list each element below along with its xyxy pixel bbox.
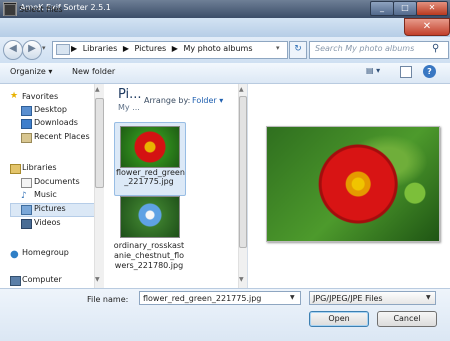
- refresh-button[interactable]: ↻: [289, 41, 307, 59]
- dialog-title: Select files: [19, 5, 63, 14]
- forward-button[interactable]: ▶: [22, 40, 42, 60]
- breadcrumb-pictures[interactable]: Pictures: [135, 44, 167, 53]
- downloads-icon: [21, 119, 32, 129]
- nav-homegroup[interactable]: Homegroup: [22, 248, 69, 257]
- libraries-icon: [10, 164, 21, 174]
- open-button[interactable]: Open: [309, 311, 369, 327]
- computer-icon: [10, 276, 21, 286]
- nav-scroll-up-icon[interactable]: ▲: [95, 86, 100, 93]
- folder-icon: [56, 44, 70, 55]
- minimize-button[interactable]: _: [370, 1, 394, 16]
- nav-computer[interactable]: Computer: [22, 275, 62, 284]
- preview-pane-toggle[interactable]: [400, 66, 412, 78]
- nav-item-music[interactable]: Music: [34, 190, 57, 199]
- arrange-by-label: Arrange by:: [144, 96, 191, 105]
- app-close-button[interactable]: ✕: [416, 1, 448, 16]
- file-name-line: flower_red_green: [116, 168, 185, 177]
- help-button[interactable]: ?: [423, 65, 436, 78]
- nav-scroll-thumb[interactable]: [95, 98, 104, 188]
- file-thumbnail-flower[interactable]: [120, 126, 180, 168]
- back-button[interactable]: ◀: [3, 40, 23, 60]
- maximize-button[interactable]: □: [393, 1, 417, 16]
- change-view-button[interactable]: ▤ ▾: [366, 66, 388, 79]
- nav-item-recent-places[interactable]: Recent Places: [34, 132, 90, 141]
- arrange-by-dropdown[interactable]: Folder ▾: [192, 96, 223, 105]
- file-name-dropdown-icon[interactable]: ▼: [290, 294, 295, 301]
- file-name-label[interactable]: ordinary_rosskast anie_chestnut_flo wers…: [112, 241, 186, 271]
- file-name-line: wers_221780.jpg: [114, 261, 184, 270]
- file-type-select[interactable]: JPG/JPEG/JPE Files: [309, 291, 436, 305]
- nav-scroll-down-icon[interactable]: ▼: [95, 276, 100, 283]
- search-placeholder: Search My photo albums: [315, 44, 415, 53]
- file-thumbnail-chestnut[interactable]: [120, 196, 180, 238]
- nav-item-desktop[interactable]: Desktop: [34, 105, 67, 114]
- dialog-icon: [4, 4, 16, 16]
- breadcrumb-separator: ▶: [71, 44, 78, 53]
- file-name-line: ordinary_rosskast: [113, 241, 185, 250]
- file-name-label: File name:: [87, 295, 129, 304]
- dialog-titlebar: [0, 18, 450, 38]
- desktop-icon: [21, 106, 32, 116]
- list-scroll-down-icon[interactable]: ▼: [239, 276, 244, 283]
- file-name-line: _221775.jpg: [124, 177, 174, 186]
- cancel-button[interactable]: Cancel: [377, 311, 437, 327]
- nav-item-downloads[interactable]: Downloads: [34, 118, 78, 127]
- documents-icon: [21, 178, 32, 188]
- nav-libraries[interactable]: Libraries: [22, 163, 57, 172]
- address-dropdown-icon[interactable]: ▾: [276, 44, 280, 52]
- breadcrumb-libraries[interactable]: Libraries: [83, 44, 118, 53]
- breadcrumb-separator: ▶: [171, 44, 178, 53]
- list-scroll-thumb[interactable]: [239, 96, 247, 248]
- star-icon: ★: [10, 91, 19, 101]
- file-name-line: anie_chestnut_flo: [113, 251, 185, 260]
- pictures-icon: [21, 205, 32, 215]
- preview-image: [266, 126, 440, 242]
- library-subtitle: My ...: [118, 103, 140, 112]
- music-icon: ♪: [21, 191, 27, 201]
- nav-favorites[interactable]: Favorites: [22, 92, 58, 101]
- new-folder-button[interactable]: New folder: [72, 67, 115, 76]
- file-name-label[interactable]: flower_red_green _221775.jpg: [116, 168, 185, 186]
- breadcrumb-separator: ▶: [122, 44, 129, 53]
- breadcrumb: ▶ Libraries ▶ Pictures ▶ My photo albums: [71, 44, 255, 53]
- file-type-dropdown-icon[interactable]: ▼: [426, 294, 431, 301]
- videos-icon: [21, 219, 32, 229]
- search-icon[interactable]: ⚲: [432, 43, 439, 54]
- list-scroll-up-icon[interactable]: ▲: [239, 86, 244, 93]
- dialog-close-button[interactable]: ✕: [404, 18, 450, 36]
- nav-item-pictures[interactable]: Pictures: [34, 204, 66, 213]
- file-name-input[interactable]: flower_red_green_221775.jpg: [139, 291, 301, 305]
- recent-locations-dropdown[interactable]: ▾: [42, 44, 50, 54]
- nav-item-videos[interactable]: Videos: [34, 218, 61, 227]
- nav-item-documents[interactable]: Documents: [34, 177, 80, 186]
- breadcrumb-my-photo-albums[interactable]: My photo albums: [183, 44, 252, 53]
- recent-places-icon: [21, 133, 32, 143]
- homegroup-icon: ●: [10, 249, 19, 260]
- organize-button[interactable]: Organize ▾: [10, 67, 52, 76]
- library-title: Pi...: [118, 87, 142, 102]
